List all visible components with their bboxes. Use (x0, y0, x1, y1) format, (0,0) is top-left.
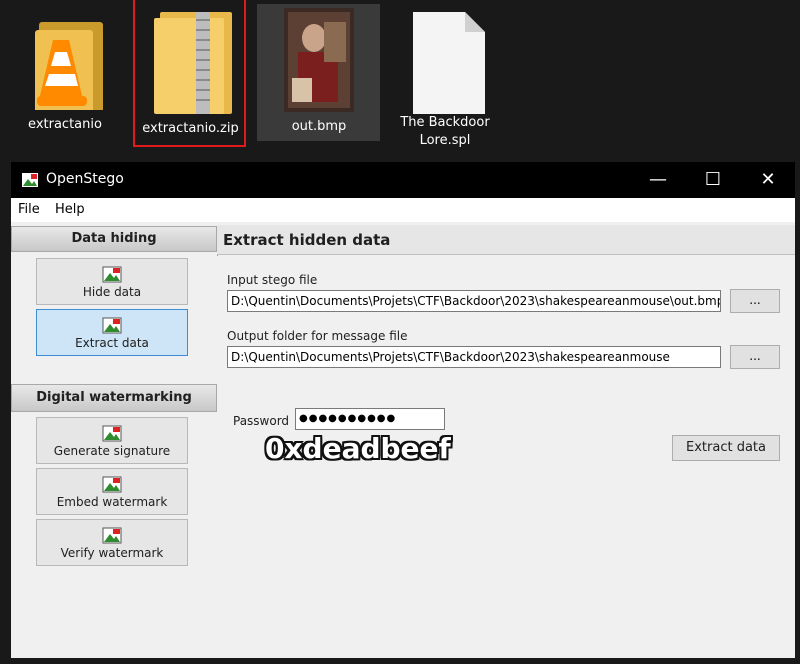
openstego-app-icon (22, 173, 38, 187)
stego-icon (102, 317, 122, 334)
extract-data-button[interactable]: Extract data (672, 435, 780, 461)
zip-folder-icon (153, 12, 232, 114)
verify-watermark-label: Verify watermark (60, 546, 164, 560)
panel-title: Extract hidden data (217, 225, 795, 255)
output-folder-label: Output folder for message file (227, 329, 408, 343)
browse-input-button[interactable]: ... (730, 289, 780, 313)
overlay-annotation-text: 0xdeadbeef (265, 432, 451, 465)
maximize-button[interactable]: ☐ (690, 162, 736, 198)
stego-icon (102, 476, 122, 493)
stego-icon (102, 425, 122, 442)
hide-data-label: Hide data (82, 285, 142, 299)
desktop-icon-out-bmp[interactable]: out.bmp (270, 8, 368, 136)
password-field[interactable]: ●●●●●●●●●● (295, 408, 445, 430)
embed-watermark-label: Embed watermark (56, 495, 168, 509)
verify-watermark-button[interactable]: Verify watermark (36, 519, 188, 566)
sidebar: Data hiding Hide data Extract data Digit… (11, 225, 218, 658)
section-digital-watermarking[interactable]: Digital watermarking (Beta) (11, 384, 217, 431)
extract-data-nav-button[interactable]: Extract data (36, 309, 188, 356)
image-thumbnail-icon (284, 8, 354, 112)
openstego-window: OpenStego — ☐ ✕ File Help Data hiding Hi… (11, 162, 795, 658)
desktop-icon-label: out.bmp (291, 119, 347, 134)
desktop-icon-label: The Backdoor Lore.spl (400, 115, 490, 148)
close-button[interactable]: ✕ (745, 162, 791, 198)
vlc-folder-icon (35, 22, 103, 114)
hide-data-button[interactable]: Hide data (36, 258, 188, 305)
desktop-icon-backdoor-lore[interactable]: The Backdoor Lore.spl (395, 10, 495, 150)
password-label: Password (233, 414, 290, 428)
desktop-icon-label: extractanio (28, 117, 102, 132)
stego-icon (102, 527, 122, 544)
desktop-icon-label: extractanio.zip (142, 121, 239, 136)
menu-file[interactable]: File (18, 202, 40, 217)
desktop-icon-extractanio-zip[interactable]: extractanio.zip (137, 10, 244, 138)
generate-signature-label: Generate signature (53, 444, 171, 458)
section-data-hiding[interactable]: Data hiding (11, 226, 217, 252)
menu-help[interactable]: Help (55, 202, 85, 217)
stego-icon (102, 266, 122, 283)
generate-signature-button[interactable]: Generate signature (36, 417, 188, 464)
embed-watermark-button[interactable]: Embed watermark (36, 468, 188, 515)
browse-output-button[interactable]: ... (730, 345, 780, 369)
title-bar[interactable]: OpenStego — ☐ ✕ (11, 162, 795, 198)
desktop-icon-extractanio[interactable]: extractanio (20, 10, 110, 134)
input-stego-file-field[interactable]: D:\Quentin\Documents\Projets\CTF\Backdoo… (227, 290, 721, 312)
minimize-button[interactable]: — (635, 162, 681, 198)
output-folder-field[interactable]: D:\Quentin\Documents\Projets\CTF\Backdoo… (227, 346, 721, 368)
extract-data-label: Extract data (75, 336, 149, 350)
menu-bar: File Help (11, 198, 795, 222)
document-file-icon (413, 12, 485, 114)
window-title: OpenStego (46, 171, 124, 187)
input-stego-file-label: Input stego file (227, 273, 318, 287)
